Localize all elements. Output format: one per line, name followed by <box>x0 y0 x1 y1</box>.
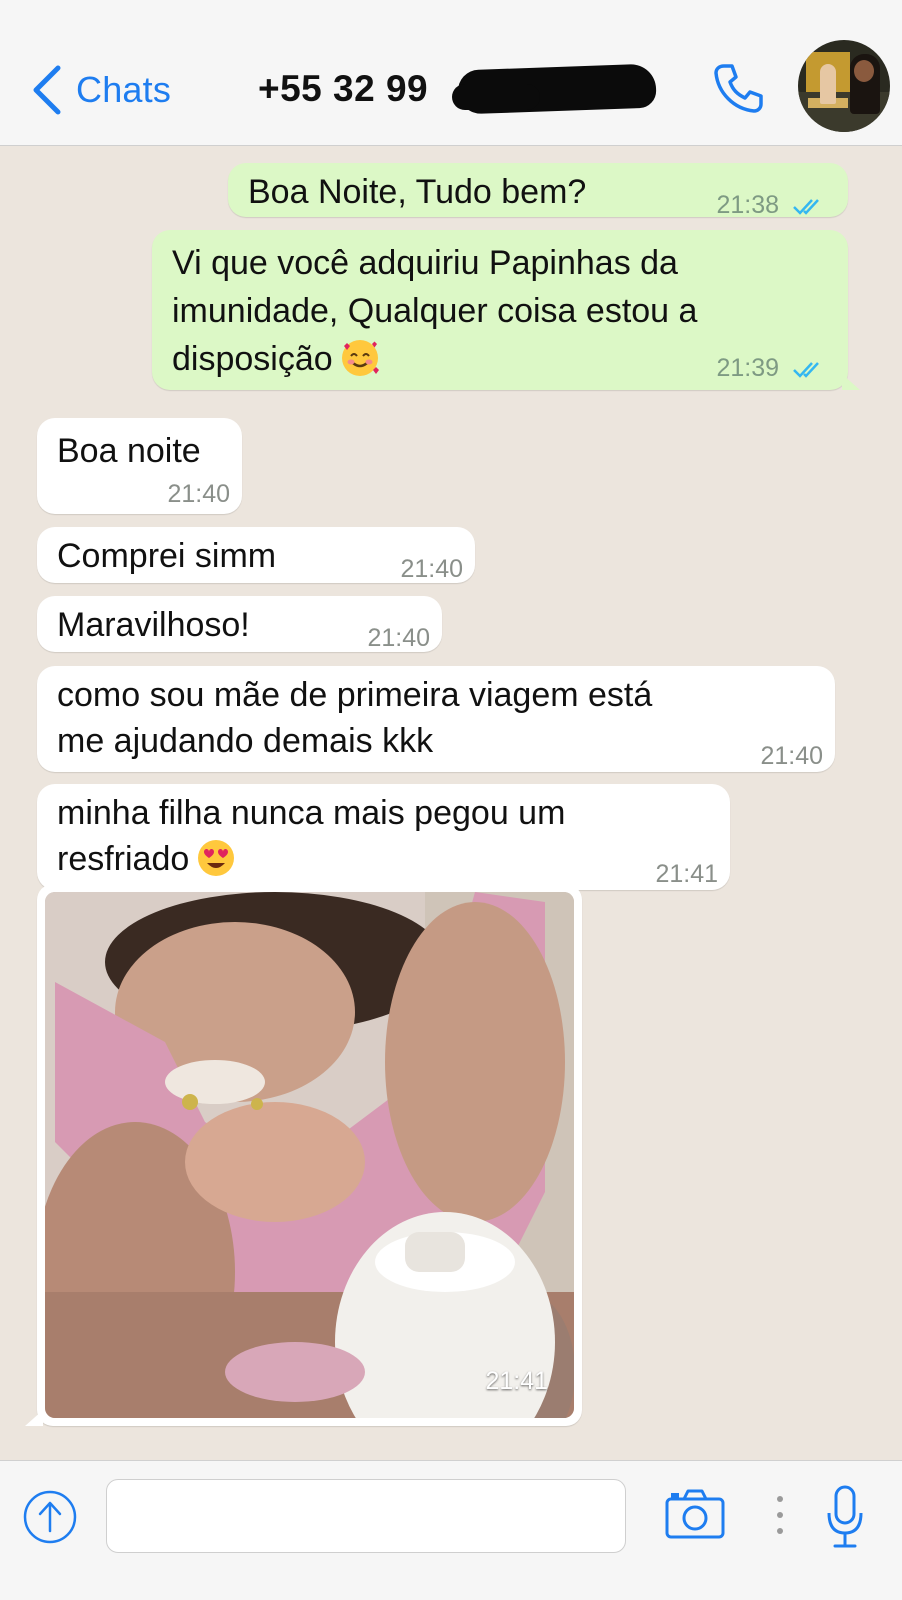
message-text-line: imunidade, Qualquer coisa estou a <box>172 292 698 330</box>
chevron-left-icon <box>33 65 61 115</box>
camera-icon[interactable] <box>664 1487 726 1541</box>
message-text-line: Vi que você adquiriu Papinhas da <box>172 244 678 282</box>
message-outgoing[interactable]: Vi que você adquiriu Papinhas da imunida… <box>152 230 860 390</box>
message-time: 21:40 <box>760 742 823 770</box>
message-time-text: 21:39 <box>716 354 780 382</box>
baby-photo-image <box>45 892 574 1418</box>
message-text-line: me ajudando demais kkk <box>57 722 434 760</box>
smiling-face-with-hearts-icon <box>341 340 379 377</box>
chat-header: Chats +55 32 99 <box>0 0 902 146</box>
message-text-line: minha filha nunca mais pegou um <box>57 794 566 832</box>
photo-message[interactable]: 21:41 <box>25 884 582 1426</box>
message-text: Comprei simm <box>57 537 277 575</box>
message-input-bar <box>0 1460 902 1600</box>
microphone-icon[interactable] <box>824 1483 866 1551</box>
message-time: 21:40 <box>167 480 230 508</box>
message-time: 21:38 <box>716 191 826 219</box>
photo-thumbnail[interactable]: 21:41 <box>45 892 574 1418</box>
upload-arrow-icon[interactable] <box>22 1489 78 1545</box>
message-outgoing[interactable]: Boa Noite, Tudo bem? 21:38 <box>228 163 848 219</box>
message-text-line: disposição <box>172 334 381 384</box>
message-text: Boa noite <box>57 432 201 470</box>
message-time: 21:39 <box>716 354 826 382</box>
message-incoming[interactable]: Comprei simm 21:40 <box>37 527 475 583</box>
redaction-mark-overlap <box>452 84 540 110</box>
message-time: 21:40 <box>367 624 430 652</box>
bubble-tail <box>842 374 860 390</box>
message-time-text: 21:38 <box>716 191 780 219</box>
message-text-fragment: disposição <box>172 340 333 378</box>
more-dots-icon <box>777 1496 783 1534</box>
read-ticks-icon <box>793 362 819 379</box>
message-text-line: resfriado <box>57 834 237 884</box>
message-text-line: como sou mãe de primeira viagem está <box>57 676 653 714</box>
message-incoming[interactable]: como sou mãe de primeira viagem está me … <box>37 666 835 772</box>
message-time: 21:41 <box>655 860 718 888</box>
back-label: Chats <box>76 69 172 110</box>
read-ticks-icon <box>793 199 819 216</box>
phone-icon[interactable] <box>710 60 766 116</box>
message-text: Maravilhoso! <box>57 606 250 644</box>
message-text: Boa Noite, Tudo bem? <box>248 173 587 211</box>
message-incoming[interactable]: minha filha nunca mais pegou um resfriad… <box>37 784 730 890</box>
contact-avatar[interactable] <box>798 40 890 132</box>
back-button[interactable]: Chats <box>30 62 171 118</box>
message-incoming[interactable]: Boa noite 21:40 <box>37 418 242 514</box>
contact-name[interactable]: +55 32 99 <box>258 68 428 110</box>
message-time: 21:40 <box>400 555 463 583</box>
message-incoming[interactable]: Maravilhoso! 21:40 <box>37 596 442 652</box>
message-text-fragment: resfriado <box>57 840 190 878</box>
message-input[interactable] <box>106 1479 626 1553</box>
bubble-tail <box>25 1410 43 1426</box>
photo-time: 21:41 <box>485 1367 548 1395</box>
heart-eyes-icon <box>198 840 235 877</box>
